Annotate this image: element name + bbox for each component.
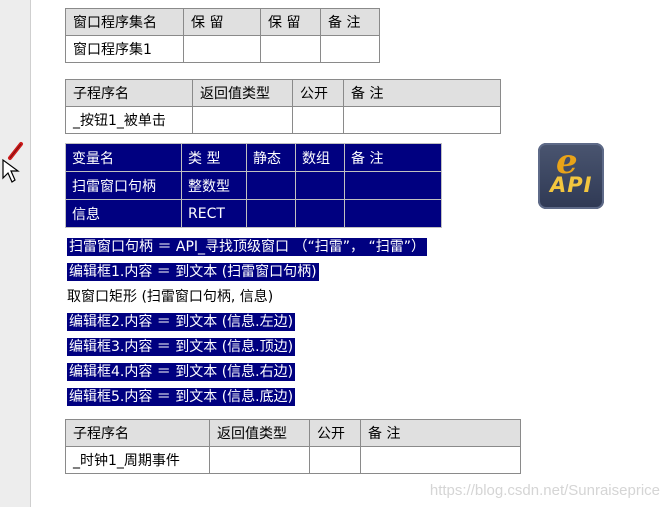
code-block[interactable]: 扫雷窗口句柄 ＝ API_寻找顶级窗口 （“扫雷”， “扫雷”） 编辑框1.内容… bbox=[67, 235, 427, 410]
header-type: 类 型 bbox=[181, 143, 247, 172]
code-line-text: 扫雷窗口句柄 ＝ API_寻找顶级窗口 （“扫雷”， “扫雷”） bbox=[67, 238, 427, 256]
code-line-text: 编辑框5.内容 ＝ 到文本 (信息.底边) bbox=[67, 388, 296, 406]
api-logo-icon: e API bbox=[538, 142, 604, 209]
code-line-text: 编辑框1.内容 ＝ 到文本 (扫雷窗口句柄) bbox=[67, 263, 319, 281]
variable-static-cell[interactable] bbox=[246, 171, 296, 200]
subroutine-2-row[interactable]: _时钟1_周期事件 bbox=[65, 446, 521, 474]
header-return-type: 返回值类型 bbox=[209, 419, 310, 447]
header-public: 公开 bbox=[309, 419, 361, 447]
code-line[interactable]: 编辑框3.内容 ＝ 到文本 (信息.顶边) bbox=[67, 335, 427, 360]
subroutine-name-cell[interactable]: _按钮1_被单击 bbox=[65, 106, 193, 134]
editor-gutter bbox=[0, 0, 31, 507]
program-set-header-row: 窗口程序集名 保 留 保 留 备 注 bbox=[65, 8, 380, 36]
header-reserved-1: 保 留 bbox=[183, 8, 261, 36]
subroutine-1-header-row: 子程序名 返回值类型 公开 备 注 bbox=[65, 79, 501, 107]
variable-name-cell[interactable]: 信息 bbox=[65, 199, 182, 228]
header-subroutine-name: 子程序名 bbox=[65, 79, 193, 107]
subroutine-name-cell[interactable]: _时钟1_周期事件 bbox=[65, 446, 210, 474]
remark-cell[interactable] bbox=[343, 106, 501, 134]
variable-name-cell[interactable]: 扫雷窗口句柄 bbox=[65, 171, 182, 200]
pencil-cursor-icon bbox=[2, 142, 23, 183]
subroutine-1-row[interactable]: _按钮1_被单击 bbox=[65, 106, 501, 134]
program-set-name-cell[interactable]: 窗口程序集1 bbox=[65, 35, 184, 63]
code-line-text: 编辑框3.内容 ＝ 到文本 (信息.顶边) bbox=[67, 338, 296, 356]
code-line-text: 编辑框2.内容 ＝ 到文本 (信息.左边) bbox=[67, 313, 296, 331]
header-remark: 备 注 bbox=[344, 143, 442, 172]
header-remark: 备 注 bbox=[343, 79, 501, 107]
subroutine-table-2: 子程序名 返回值类型 公开 备 注 _时钟1_周期事件 bbox=[65, 419, 521, 474]
variable-header-row: 变量名 类 型 静态 数组 备 注 bbox=[65, 143, 442, 172]
variable-row[interactable]: 扫雷窗口句柄 整数型 bbox=[65, 171, 442, 200]
api-logo-text: API bbox=[550, 173, 593, 197]
code-line[interactable]: 扫雷窗口句柄 ＝ API_寻找顶级窗口 （“扫雷”， “扫雷”） bbox=[67, 235, 427, 260]
header-static: 静态 bbox=[246, 143, 296, 172]
variable-static-cell[interactable] bbox=[246, 199, 296, 228]
header-program-set-name: 窗口程序集名 bbox=[65, 8, 184, 36]
subroutine-table-1: 子程序名 返回值类型 公开 备 注 _按钮1_被单击 bbox=[65, 79, 501, 134]
variable-type-cell[interactable]: RECT bbox=[181, 199, 247, 228]
reserved-cell-1[interactable] bbox=[183, 35, 261, 63]
header-remark: 备 注 bbox=[320, 8, 380, 36]
code-line[interactable]: 编辑框2.内容 ＝ 到文本 (信息.左边) bbox=[67, 310, 427, 335]
variable-array-cell[interactable] bbox=[295, 171, 345, 200]
code-line-text: 取窗口矩形 (扫雷窗口句柄, 信息) bbox=[67, 289, 274, 305]
variable-type-cell[interactable]: 整数型 bbox=[181, 171, 247, 200]
header-subroutine-name: 子程序名 bbox=[65, 419, 210, 447]
return-type-cell[interactable] bbox=[209, 446, 310, 474]
watermark-text: https://blog.csdn.net/Sunraiseprice bbox=[429, 482, 660, 499]
public-cell[interactable] bbox=[309, 446, 361, 474]
variable-remark-cell[interactable] bbox=[344, 199, 442, 228]
return-type-cell[interactable] bbox=[192, 106, 293, 134]
header-return-type: 返回值类型 bbox=[192, 79, 293, 107]
variable-row[interactable]: 信息 RECT bbox=[65, 199, 442, 228]
code-line[interactable]: 编辑框4.内容 ＝ 到文本 (信息.右边) bbox=[67, 360, 427, 385]
program-set-table: 窗口程序集名 保 留 保 留 备 注 窗口程序集1 bbox=[65, 8, 380, 63]
header-variable-name: 变量名 bbox=[65, 143, 182, 172]
variable-remark-cell[interactable] bbox=[344, 171, 442, 200]
program-set-row[interactable]: 窗口程序集1 bbox=[65, 35, 380, 63]
code-line[interactable]: 取窗口矩形 (扫雷窗口句柄, 信息) bbox=[67, 285, 427, 310]
header-remark: 备 注 bbox=[360, 419, 521, 447]
code-line[interactable]: 编辑框1.内容 ＝ 到文本 (扫雷窗口句柄) bbox=[67, 260, 427, 285]
local-variable-table[interactable]: 变量名 类 型 静态 数组 备 注 扫雷窗口句柄 整数型 信息 RECT bbox=[65, 143, 442, 228]
public-cell[interactable] bbox=[292, 106, 344, 134]
code-line-text: 编辑框4.内容 ＝ 到文本 (信息.右边) bbox=[67, 363, 296, 381]
header-public: 公开 bbox=[292, 79, 344, 107]
remark-cell[interactable] bbox=[360, 446, 521, 474]
variable-array-cell[interactable] bbox=[295, 199, 345, 228]
subroutine-2-header-row: 子程序名 返回值类型 公开 备 注 bbox=[65, 419, 521, 447]
code-line[interactable]: 编辑框5.内容 ＝ 到文本 (信息.底边) bbox=[67, 385, 427, 410]
remark-cell[interactable] bbox=[320, 35, 380, 63]
header-array: 数组 bbox=[295, 143, 345, 172]
header-reserved-2: 保 留 bbox=[260, 8, 321, 36]
reserved-cell-2[interactable] bbox=[260, 35, 321, 63]
